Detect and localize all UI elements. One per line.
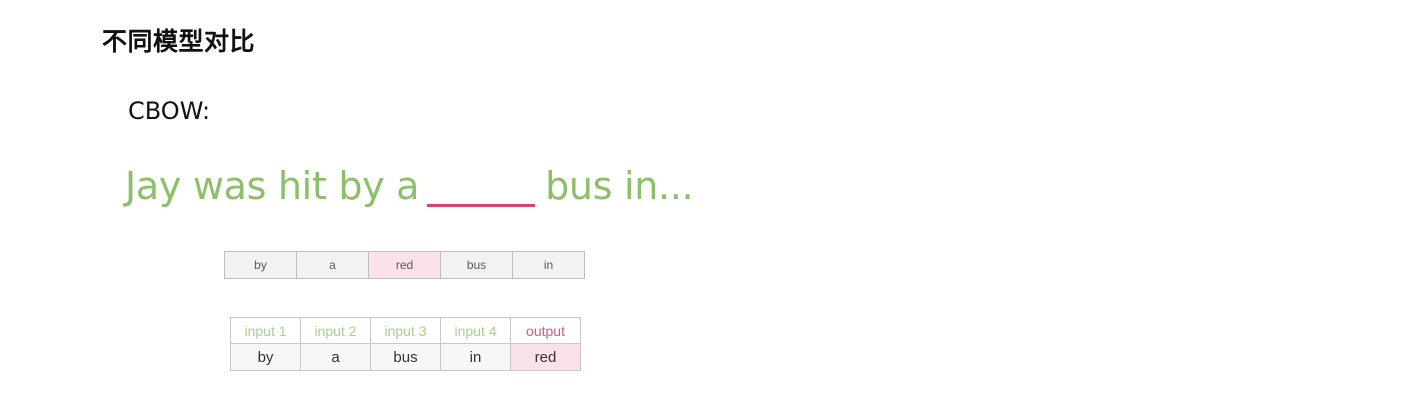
- word-cell: in: [512, 251, 585, 279]
- io-value-cell: in: [440, 343, 511, 371]
- input-output-table: input 1 input 2 input 3 input 4 output b…: [230, 317, 581, 371]
- word-cell: by: [224, 251, 297, 279]
- slide-title: 不同模型对比: [102, 27, 256, 56]
- io-header-cell: input 2: [300, 317, 371, 344]
- io-value-row: by a bus in red: [230, 343, 581, 371]
- io-value-cell: by: [230, 343, 301, 371]
- sentence-before-blank: Jay was hit by a: [125, 164, 420, 208]
- io-value-cell: bus: [370, 343, 441, 371]
- io-header-output: output: [510, 317, 581, 344]
- word-sequence-table: by a red bus in: [224, 251, 585, 279]
- word-cell: a: [296, 251, 369, 279]
- io-value-output: red: [510, 343, 581, 371]
- io-header-row: input 1 input 2 input 3 input 4 output: [230, 317, 581, 344]
- example-sentence: Jay was hit by a bus in...: [125, 160, 694, 212]
- section-label-cbow: CBOW:: [128, 97, 211, 125]
- word-cell-target: red: [368, 251, 441, 279]
- io-value-cell: a: [300, 343, 371, 371]
- io-header-cell: input 1: [230, 317, 301, 344]
- sentence-after-blank: bus in...: [545, 164, 694, 208]
- word-sequence-row: by a red bus in: [224, 251, 585, 279]
- sentence-blank: [427, 166, 536, 207]
- word-cell: bus: [440, 251, 513, 279]
- io-header-cell: input 4: [440, 317, 511, 344]
- io-header-cell: input 3: [370, 317, 441, 344]
